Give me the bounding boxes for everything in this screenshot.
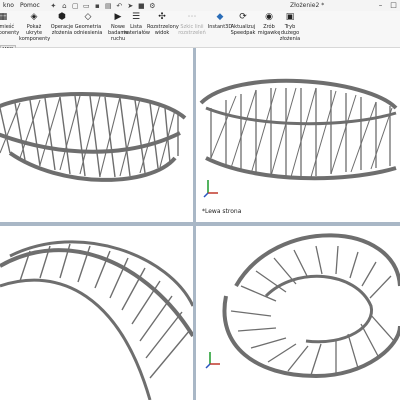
view-orientation-label: *Lewa strona [202,208,242,215]
menu-item-help[interactable]: Pomoc [17,2,43,9]
home-icon[interactable]: ⌂ [60,2,69,10]
print-icon[interactable]: ▤ [104,2,113,10]
options-icon[interactable]: ⚙ [148,2,157,10]
instant3d-icon: ◆ [216,12,224,22]
show-hidden-icon: ◈ [30,12,38,22]
model-graphic [205,233,400,379]
exploded-view-icon: ✣ [158,12,166,22]
reference-geometry-button[interactable]: ◇ Geometria odniesienia [73,12,103,36]
menu-bar: kno Pomoc ✦ ⌂ ▢ ▭ ▪ ▤ ↶ ➤ ■ ⚙ Złożenie2 … [0,0,400,11]
button-label: rozmieść komponenty [0,24,20,36]
viewport-top-right[interactable]: *Lewa strona [196,48,400,222]
model-graphic [0,92,187,182]
show-hidden-components-button[interactable]: ◈ Pokaż ukryte komponenty [19,12,51,42]
large-assembly-mode-button[interactable]: ▣ Tryb dużego złożenia [275,12,305,42]
speedpak-icon: ⟳ [239,12,247,22]
large-assembly-icon: ▣ [285,12,295,22]
open-folder-icon[interactable]: ▭ [82,2,91,10]
save-icon[interactable]: ▪ [93,2,102,10]
rebuild-icon[interactable]: ■ [137,2,146,10]
button-label: Szkic linii rozstrzeleń [178,24,206,36]
button-label: Lista materiałów [121,24,151,36]
viewport-divider-horizontal[interactable] [0,222,400,226]
quick-access-toolbar: ✦ ⌂ ▢ ▭ ▪ ▤ ↶ ➤ ■ ⚙ [49,2,157,10]
viewport-bottom-left[interactable] [0,226,193,400]
button-label: Pokaż ukryte komponenty [19,24,51,42]
maximize-icon[interactable]: □ [387,0,400,11]
exploded-view-button[interactable]: ✣ Rozstrzelony widok [147,12,179,36]
minimize-icon[interactable]: – [374,0,387,11]
reference-geometry-icon: ◇ [84,12,92,22]
explode-line-sketch-button[interactable]: ⋯ Szkic linii rozstrzeleń [177,12,207,36]
button-label: Tryb dużego złożenia [279,24,301,42]
model-graphic [0,240,193,400]
new-document-icon[interactable]: ▢ [71,2,80,10]
arrange-components-button[interactable]: ▦ rozmieść komponenty [0,12,20,36]
viewport-top-left[interactable] [0,48,193,222]
button-label: Aktualizuj Speedpak [230,24,256,36]
undo-icon[interactable]: ↶ [115,2,124,10]
pin-icon[interactable]: ✦ [49,2,58,10]
window-controls: – □ [374,0,400,11]
button-label: Operacje złożenia [50,24,74,36]
command-manager-ribbon: ▦ rozmieść komponenty ◈ Pokaż ukryte kom… [0,11,400,48]
assembly-features-icon: ⬢ [58,12,66,22]
button-label: Geometria odniesienia [73,24,103,36]
select-icon[interactable]: ➤ [126,2,135,10]
button-label: Rozstrzelony widok [147,24,179,36]
bom-icon: ☰ [131,12,141,22]
menu-item-window[interactable]: kno [0,2,17,9]
model-graphic [199,78,398,198]
explode-line-icon: ⋯ [187,12,197,22]
axis-triad-icon [205,352,220,369]
snapshot-icon: ◉ [265,12,273,22]
document-title: Złożenie2 * [290,2,325,9]
arrange-icon: ▦ [0,12,8,22]
viewport-bottom-right[interactable] [196,226,400,400]
axis-triad-icon [203,180,218,198]
